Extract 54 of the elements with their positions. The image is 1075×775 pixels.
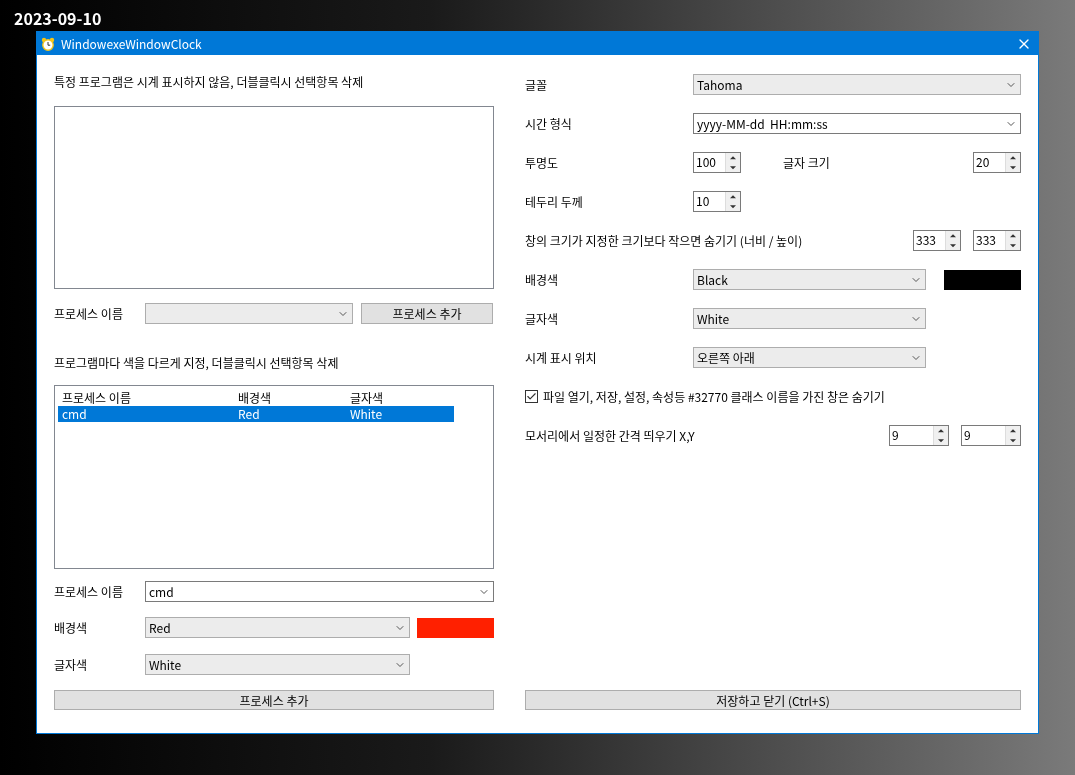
field-label: 글자 크기 [783,154,831,171]
spin-arrows-icon[interactable] [945,231,960,250]
add-process-button[interactable]: 프로세스 추가 [361,303,493,324]
field-label: 글꼴 [525,76,549,93]
column-header[interactable]: 글자색 [346,390,454,406]
editable-dropdown[interactable]: yyyy-MM-dd HH:mm:ss [693,113,1021,134]
field-label: 글자색 [525,310,560,327]
field-label: 테두리 두께 [525,193,584,210]
add-process-button[interactable]: 프로세스 추가 [54,690,494,710]
dropdown[interactable]: Tahoma [693,74,1021,95]
spin-arrows-icon[interactable] [933,426,948,445]
save-and-close-button[interactable]: 저장하고 닫기 (Ctrl+S) [525,690,1021,710]
editable-dropdown[interactable]: cmd [145,581,494,602]
process-color-list[interactable]: 프로세스 이름 배경색 글자색 cmd Red White [54,385,494,569]
field-label: 배경색 [525,271,560,288]
spin-arrows-icon[interactable] [1005,153,1020,172]
dropdown[interactable]: Red [145,617,410,638]
spin-arrows-icon[interactable] [725,153,740,172]
number-spinner[interactable]: 333 [913,230,961,251]
number-spinner[interactable]: 10 [693,191,741,212]
field-label: 모서리에서 일정한 간격 띄우기 X,Y [525,427,695,444]
desktop-clock: 2023-09-10 [13,5,102,31]
column-header[interactable]: 프로세스 이름 [58,390,234,406]
list-cell-text: White [349,406,384,422]
dropdown[interactable]: 오른쪽 아래 [693,347,926,368]
dropdown[interactable]: White [145,654,410,675]
list-cell-text: Red [237,406,261,422]
field-label: 배경색 [54,619,89,636]
field-label: 창의 크기가 지정한 크기보다 작으면 숨기기 (너비 / 높이) [525,232,803,249]
dropdown[interactable]: Black [693,269,926,290]
number-spinner[interactable]: 20 [973,152,1021,173]
window-title: WindowexeWindowClock [61,35,203,52]
section-heading: 특정 프로그램은 시계 표시하지 않음, 더블클릭시 선택항목 삭제 [54,74,365,90]
field-label: 시간 형식 [525,115,573,132]
checkbox-label: 파일 열기, 저장, 설정, 속성등 #32770 클래스 이름을 가진 창은 숨기기 [543,388,885,405]
field-label: 글자색 [54,656,89,673]
field-label: 프로세스 이름 [54,583,124,600]
spin-arrows-icon[interactable] [1005,426,1020,445]
list-row[interactable]: cmd Red White [58,406,454,422]
field-label: 프로세스 이름 [54,305,124,322]
number-spinner[interactable]: 100 [693,152,741,173]
field-label: 투명도 [525,154,560,171]
number-spinner[interactable]: 9 [889,425,949,446]
section-heading: 프로그램마다 색을 다르게 지정, 더블클릭시 선택항목 삭제 [54,355,340,371]
spin-arrows-icon[interactable] [725,192,740,211]
number-spinner[interactable]: 9 [961,425,1021,446]
checkbox[interactable] [525,390,538,403]
number-spinner[interactable]: 333 [973,230,1021,251]
spin-arrows-icon[interactable] [1005,231,1020,250]
alarm-clock-icon [41,36,55,51]
field-label: 시계 표시 위치 [525,349,598,366]
list-cell-text: cmd [61,406,88,422]
column-header[interactable]: 배경색 [234,390,346,406]
dropdown[interactable]: White [693,308,926,329]
